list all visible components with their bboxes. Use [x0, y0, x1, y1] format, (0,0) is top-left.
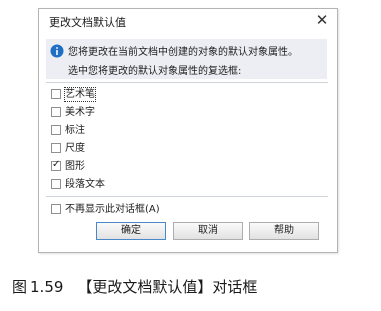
info-message-line1: 您将更改在当前文档中创建的对象的默认对象属性。	[68, 47, 298, 58]
dont-show-again-checkbox[interactable]	[51, 204, 61, 214]
divider-top	[46, 82, 328, 83]
option-dimension-label: 尺度	[65, 143, 85, 154]
option-graphic-checkbox[interactable]: ✓	[51, 159, 61, 171]
option-callout-checkbox[interactable]	[51, 125, 61, 135]
info-panel: 您将更改在当前文档中创建的对象的默认对象属性。 选中您将更改的默认对象属性的复选…	[46, 39, 327, 79]
option-callout-label: 标注	[65, 125, 85, 136]
caption-figure-label: 图	[12, 278, 28, 296]
option-artistic-text-checkbox[interactable]	[51, 107, 61, 117]
divider-bottom	[46, 196, 328, 197]
option-graphic-label: 图形	[65, 161, 85, 172]
dialog-titlebar: 更改文档默认值 ✕	[39, 9, 337, 33]
cancel-button[interactable]: 取消	[173, 222, 243, 240]
info-icon	[50, 44, 64, 58]
figure-page: 更改文档默认值 ✕ 您将更改在当前文档中创建的对象的默认对象属性。 选中您将更改…	[0, 0, 381, 311]
info-message-line2: 选中您将更改的默认对象属性的复选框:	[68, 66, 242, 77]
option-dimension-checkbox[interactable]	[51, 143, 61, 153]
option-art-pen-checkbox[interactable]	[51, 89, 61, 99]
dialog-title: 更改文档默认值	[49, 16, 126, 29]
option-art-pen-label: 艺术笔	[64, 87, 96, 102]
caption-figure-number: 1.59	[30, 278, 64, 296]
option-artistic-text-label: 美术字	[65, 107, 95, 118]
option-paragraph-text-checkbox[interactable]	[51, 179, 61, 189]
dont-show-again-label: 不再显示此对话框(A)	[65, 204, 160, 215]
change-document-defaults-dialog: 更改文档默认值 ✕ 您将更改在当前文档中创建的对象的默认对象属性。 选中您将更改…	[38, 8, 338, 253]
option-paragraph-text-label: 段落文本	[65, 179, 105, 190]
figure-caption: 图 1.59 【更改文档默认值】对话框	[12, 276, 257, 297]
caption-title: 【更改文档默认值】对话框	[77, 278, 258, 296]
close-icon[interactable]: ✕	[314, 12, 330, 28]
help-button[interactable]: 帮助	[249, 222, 319, 240]
ok-button[interactable]: 确定	[96, 222, 166, 240]
